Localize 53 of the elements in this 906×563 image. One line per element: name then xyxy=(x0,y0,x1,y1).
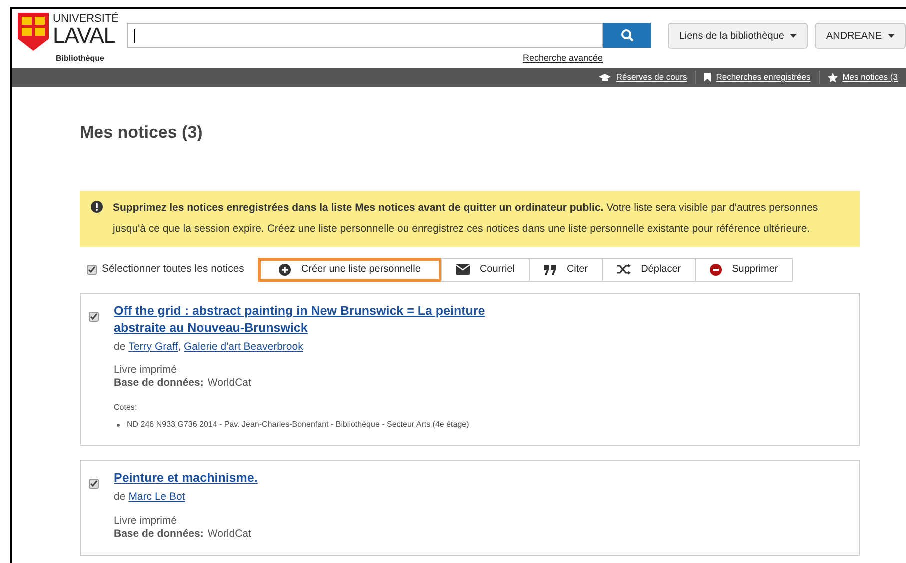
toolbar-button[interactable]: Déplacer xyxy=(602,258,696,282)
author-link[interactable]: Terry Graff xyxy=(128,340,178,356)
search-icon xyxy=(620,29,634,42)
database-label: Base de données: xyxy=(114,528,204,541)
minus-circle-icon xyxy=(710,264,722,276)
logo-subtitle: Bibliothèque xyxy=(56,53,106,65)
material-type: Livre imprimé xyxy=(114,515,178,528)
dropdown-button[interactable]: Liens de la bibliothèque xyxy=(668,23,808,49)
shuffle-icon xyxy=(617,264,632,275)
record-title-link[interactable]: Off the grid : abstract painting in New Brunswick = La peinture abstraite au Nouveau-Brunswick xyxy=(114,302,534,336)
database-value: WorldCat xyxy=(208,377,252,390)
database-value: WorldCat xyxy=(208,528,252,541)
dropdown-button[interactable]: ANDREANE xyxy=(815,23,906,49)
caret-icon xyxy=(888,34,895,38)
material-type: Livre imprimé xyxy=(114,364,178,378)
toolbar-button[interactable]: Supprimer xyxy=(695,258,794,282)
caret-icon xyxy=(790,34,798,38)
author-link[interactable]: Galerie d'art Beaverbrook xyxy=(184,340,304,356)
toolbar-button[interactable]: Courriel xyxy=(440,258,530,282)
select-all-label: Sélectionner toutes les notices xyxy=(102,262,244,277)
toolbar-button[interactable]: Créer une liste personnelle xyxy=(258,258,442,282)
checkbox[interactable] xyxy=(87,264,97,274)
by-label: de xyxy=(114,490,126,506)
plus-circle-icon xyxy=(279,264,292,276)
search-field[interactable] xyxy=(127,23,604,48)
toolbar-button[interactable]: Citer xyxy=(528,258,604,282)
database-label: Base de données: xyxy=(114,377,204,390)
call-numbers-label: Cotes: xyxy=(114,402,138,414)
quote-icon xyxy=(544,264,557,274)
envelope-icon xyxy=(456,264,470,275)
page-title: Mes notices (3) xyxy=(80,122,204,144)
separator: , xyxy=(178,340,182,354)
alert-message: Supprimez les notices enregistrées dans la liste Mes notices avant de quitter un ordinateur public. Votre liste sera visible par d'autres personnes jusqu'à ce que la session expire. Créez une liste personnelle ou enregistrez ces notices dans une liste personnelle existante pour référence ultérieure. xyxy=(113,200,820,236)
nav-link[interactable]: Recherches enregistrées xyxy=(695,71,819,84)
logo-text: UNIVERSITÉ xyxy=(53,14,120,25)
author-link[interactable]: Marc Le Bot xyxy=(128,490,186,506)
nav-link[interactable]: Mes notices (3 xyxy=(818,71,906,84)
bookmark-icon xyxy=(704,73,712,82)
star-icon xyxy=(828,72,838,82)
checkbox[interactable] xyxy=(89,479,99,490)
crest-icon xyxy=(18,13,49,51)
graduation-cap-icon xyxy=(599,74,612,82)
logo-text: LAVAL xyxy=(53,25,116,47)
checkbox[interactable] xyxy=(89,312,99,322)
advanced-search-link[interactable]: Recherche avancée xyxy=(522,52,604,66)
bullet-icon xyxy=(117,424,120,427)
nav-link[interactable]: Réserves de cours xyxy=(591,71,696,84)
exclamation-circle-icon xyxy=(91,200,103,212)
search-button[interactable] xyxy=(603,23,652,48)
by-label: de xyxy=(114,340,126,354)
call-number: ND 246 N933 G736 2014 - Pav. Jean-Charles-Bonenfant - Bibliothèque - Secteur Arts (4e étage) xyxy=(127,419,470,432)
text-cursor xyxy=(134,28,136,42)
record-title-link[interactable]: Peinture et machinisme. xyxy=(114,470,534,488)
